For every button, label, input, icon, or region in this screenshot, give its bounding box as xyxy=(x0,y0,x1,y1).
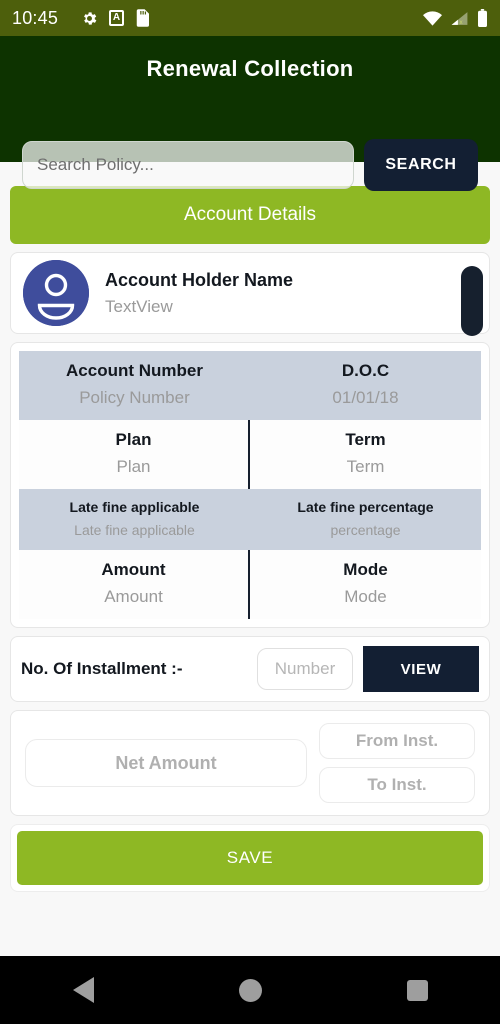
account-details-section-header: Account Details xyxy=(10,186,490,244)
save-card: SAVE xyxy=(10,824,490,892)
content-area: Account Details Account Holder Name Text… xyxy=(0,162,500,956)
table-cell-doc: D.O.C 01/01/18 xyxy=(250,351,481,420)
table-row: Plan Plan Term Term xyxy=(19,420,481,489)
cell-value: Policy Number xyxy=(79,388,190,407)
cell-label: Account Number xyxy=(66,361,203,380)
search-row: SEARCH xyxy=(0,139,500,191)
installment-row: No. Of Installment :- VIEW xyxy=(10,636,490,702)
table-cell-account-number: Account Number Policy Number xyxy=(19,351,250,420)
cell-value: 01/01/18 xyxy=(332,388,399,407)
cell-label: Late fine percentage xyxy=(297,499,434,515)
status-bar-left: 10:45 A xyxy=(12,8,423,29)
status-time: 10:45 xyxy=(12,7,59,28)
page-title: Renewal Collection xyxy=(146,56,354,81)
cell-value: Amount xyxy=(104,587,163,606)
net-amount-row xyxy=(10,710,490,816)
person-avatar-icon xyxy=(23,260,89,326)
gear-icon xyxy=(81,10,98,27)
a-badge-icon: A xyxy=(109,10,125,26)
table-cell-plan: Plan Plan xyxy=(19,420,250,489)
table-cell-amount: Amount Amount xyxy=(19,550,250,619)
cell-label: Plan xyxy=(115,430,152,449)
search-button[interactable]: SEARCH xyxy=(364,139,478,191)
android-nav-bar xyxy=(0,956,500,1024)
table-row: Account Number Policy Number D.O.C 01/01… xyxy=(19,351,481,420)
wifi-icon xyxy=(423,10,442,26)
table-cell-late-fine-applicable: Late fine applicable Late fine applicabl… xyxy=(19,489,250,550)
save-button[interactable]: SAVE xyxy=(17,831,483,885)
section-title: Account Details xyxy=(183,204,316,225)
table-row: Late fine applicable Late fine applicabl… xyxy=(19,489,481,550)
cell-label: Amount xyxy=(101,560,166,579)
installment-range-group xyxy=(319,723,475,803)
to-installment-input[interactable] xyxy=(319,767,475,803)
table-row: Amount Amount Mode Mode xyxy=(19,550,481,619)
sd-card-icon xyxy=(135,9,150,27)
installment-label: No. Of Installment :- xyxy=(21,659,183,678)
cell-value: Plan xyxy=(116,457,151,476)
account-holder-subtitle: TextView xyxy=(105,296,173,316)
net-amount-input[interactable] xyxy=(25,739,307,787)
policy-details-table: Account Number Policy Number D.O.C 01/01… xyxy=(10,342,490,628)
installment-number-input[interactable] xyxy=(257,648,353,690)
status-bar-right: x xyxy=(423,9,488,27)
cell-value: percentage xyxy=(330,522,401,538)
search-input[interactable] xyxy=(22,141,354,189)
cell-value: Term xyxy=(346,457,385,476)
app-screen: 10:45 A x Renewal Collection Search Poli… xyxy=(0,0,500,1024)
cell-value: Late fine applicable xyxy=(74,522,195,538)
battery-icon xyxy=(477,9,488,27)
side-action-pill[interactable] xyxy=(461,266,483,336)
from-installment-input[interactable] xyxy=(319,723,475,759)
table-cell-mode: Mode Mode xyxy=(250,550,481,619)
cell-label: D.O.C xyxy=(341,361,390,380)
account-holder-card[interactable]: Account Holder Name TextView xyxy=(10,252,490,336)
account-holder-text: Account Holder Name TextView xyxy=(105,270,293,317)
cell-label: Mode xyxy=(343,560,388,579)
table-cell-late-fine-percentage: Late fine percentage percentage xyxy=(250,489,481,550)
cell-label: Term xyxy=(345,430,386,449)
table-cell-term: Term Term xyxy=(250,420,481,489)
cell-signal-no-sim-icon: x xyxy=(450,11,469,26)
account-holder-name: Account Holder Name xyxy=(105,269,294,290)
home-icon[interactable] xyxy=(238,978,262,1002)
back-icon[interactable] xyxy=(72,977,94,1003)
cell-label: Late fine applicable xyxy=(69,499,200,515)
status-bar: 10:45 A x xyxy=(0,0,500,36)
view-button[interactable]: VIEW xyxy=(363,646,479,692)
cell-value: Mode xyxy=(344,587,387,606)
recents-icon[interactable] xyxy=(406,979,428,1001)
